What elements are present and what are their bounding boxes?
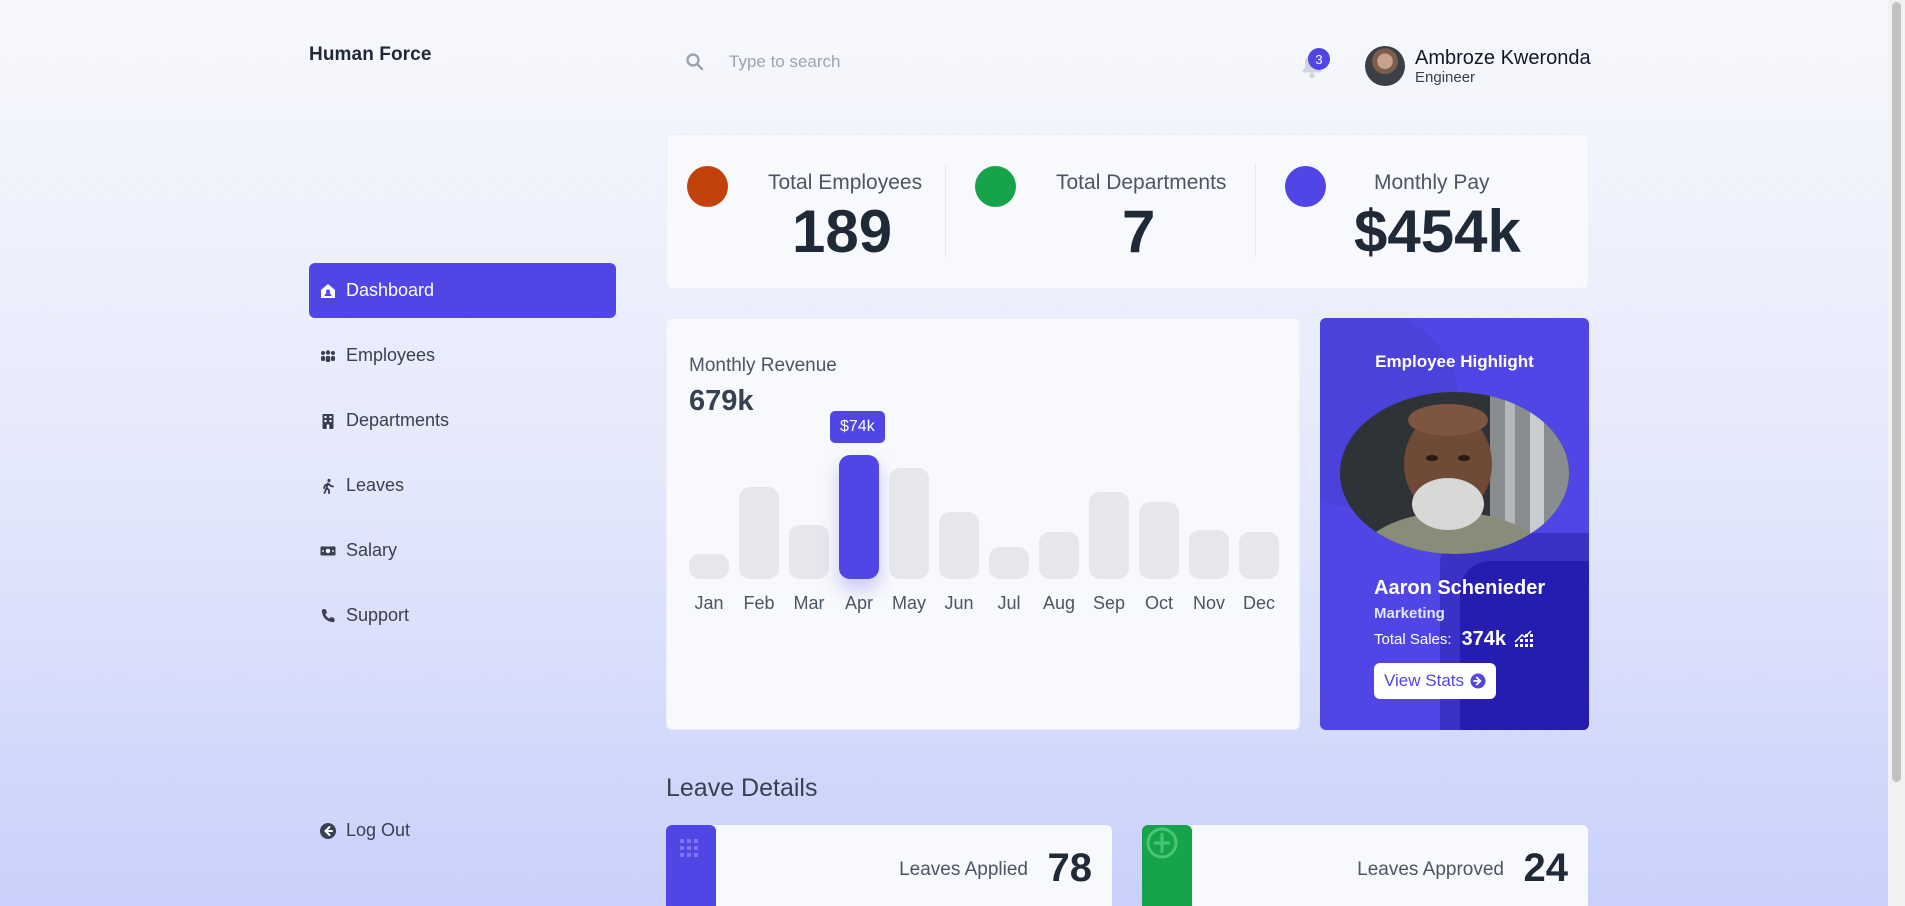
bar-may[interactable] <box>889 468 929 579</box>
button-label: View Stats <box>1384 671 1465 690</box>
bar-tooltip: $74k <box>830 411 885 443</box>
month-label: May <box>891 593 926 613</box>
users-icon <box>687 166 728 207</box>
sidebar-item-label: Support <box>346 605 410 625</box>
revenue-total: 679k <box>689 385 754 417</box>
sidebar-item-support[interactable]: Support <box>309 588 616 643</box>
bar-apr[interactable] <box>839 455 879 579</box>
logout-button[interactable]: Log Out <box>319 820 410 841</box>
bar-sep[interactable] <box>1089 492 1129 579</box>
month-label: Jun <box>944 593 974 613</box>
globe-icon <box>975 166 1016 207</box>
stat-total-employees: Total Employees 189 <box>667 135 945 290</box>
sidebar-item-dashboard[interactable]: Dashboard <box>309 263 616 318</box>
sidebar-item-label: Salary <box>346 540 398 560</box>
money-bill-icon <box>319 542 337 560</box>
month-label: Apr <box>844 593 873 613</box>
month-label: Nov <box>1192 593 1225 613</box>
logout-label: Log Out <box>346 820 411 840</box>
leave-card-applied: Leaves Applied 78 <box>666 825 1112 906</box>
revenue-title: Monthly Revenue <box>689 355 837 376</box>
month-label: Aug <box>1042 593 1076 613</box>
search-icon[interactable] <box>685 52 705 72</box>
house-user-icon <box>319 282 337 300</box>
employee-photo <box>1340 392 1569 554</box>
sidebar-item-label: Dashboard <box>346 280 435 300</box>
stat-value: $454k <box>1354 198 1521 265</box>
wallet-icon <box>1285 166 1326 207</box>
highlight-title: Employee Highlight <box>1375 352 1534 371</box>
stat-label: Monthly Pay <box>1374 171 1490 194</box>
employee-highlight-card: Employee Highlight Aaron Schenieder Mark… <box>1320 318 1589 730</box>
monthly-revenue-card: Monthly Revenue 679k Jan Feb Mar Apr $74k May… <box>666 318 1300 730</box>
leave-card-approved: Leaves Approved 24 <box>1142 825 1588 906</box>
month-label: Feb <box>743 593 775 613</box>
phone-icon <box>319 607 337 625</box>
employee-sales: Total Sales: 374k <box>1374 628 1536 651</box>
scrollbar-thumb[interactable] <box>1892 2 1901 782</box>
check-badge-icon <box>1142 825 1192 906</box>
sidebar-nav: Dashboard Employees Departments Leaves S… <box>309 263 616 653</box>
page-scrollbar[interactable] <box>1888 0 1905 906</box>
search-bar <box>685 52 1149 72</box>
revenue-bar-chart: Jan Feb Mar Apr $74k May Jun Jul Aug Sep Oct Nov Dec <box>689 411 1279 613</box>
bar-dec[interactable] <box>1239 532 1279 579</box>
month-label: Sep <box>1092 593 1126 613</box>
sales-label: Total Sales: <box>1374 631 1452 648</box>
month-label: Dec <box>1242 593 1275 613</box>
sidebar-item-label: Employees <box>346 345 436 365</box>
bar-jul[interactable] <box>989 547 1029 579</box>
bar-aug[interactable] <box>1039 532 1079 579</box>
bar-mar[interactable] <box>789 525 829 579</box>
chart-dots-icon <box>1514 629 1536 650</box>
person-walking-icon <box>319 477 337 495</box>
leave-value: 24 <box>1523 846 1569 890</box>
sidebar-item-label: Departments <box>346 410 450 430</box>
sidebar-item-employees[interactable]: Employees <box>309 328 616 383</box>
people-group-icon <box>319 347 337 365</box>
building-icon <box>319 412 337 430</box>
user-role: Engineer <box>1415 68 1476 86</box>
stats-card: Total Employees 189 Total Departments 7 … <box>666 134 1589 289</box>
stat-label: Total Employees <box>768 171 923 194</box>
leave-label: Leaves Approved <box>1357 859 1504 880</box>
bar-nov[interactable] <box>1189 530 1229 579</box>
bar-jan[interactable] <box>689 554 729 579</box>
stat-value: 7 <box>1122 198 1156 265</box>
leave-label: Leaves Applied <box>899 859 1028 880</box>
month-label: Jul <box>997 593 1021 613</box>
brand-logo: Human Force <box>309 44 432 65</box>
stat-label: Total Departments <box>1056 171 1227 194</box>
notification-badge: 3 <box>1308 48 1330 70</box>
month-label: Oct <box>1144 593 1173 613</box>
stat-value: 189 <box>792 198 893 265</box>
employee-name: Aaron Schenieder <box>1374 577 1546 599</box>
user-name: Ambroze Kweronda <box>1415 46 1591 69</box>
month-label: Mar <box>793 593 825 613</box>
bar-oct[interactable] <box>1139 502 1179 579</box>
leave-details-title: Leave Details <box>666 774 818 802</box>
search-input[interactable] <box>729 52 1149 72</box>
circle-arrow-left-icon <box>319 822 337 840</box>
bar-feb[interactable] <box>739 487 779 579</box>
sidebar-item-departments[interactable]: Departments <box>309 393 616 448</box>
stat-monthly-pay: Monthly Pay $454k <box>1256 135 1589 290</box>
sales-value: 374k <box>1461 628 1507 650</box>
calendar-icon <box>666 825 716 906</box>
stat-total-departments: Total Departments 7 <box>946 135 1255 290</box>
sidebar-item-salary[interactable]: Salary <box>309 523 616 578</box>
user-profile[interactable]: Ambroze Kweronda Engineer <box>1365 46 1591 86</box>
sidebar-item-leaves[interactable]: Leaves <box>309 458 616 513</box>
avatar[interactable] <box>1365 46 1405 86</box>
view-stats-button[interactable]: View Stats <box>1374 663 1497 699</box>
month-label: Jan <box>694 593 724 613</box>
circle-arrow-right-icon <box>1470 673 1486 689</box>
sidebar-item-label: Leaves <box>346 475 405 495</box>
bar-jun[interactable] <box>939 512 979 579</box>
leave-value: 78 <box>1047 846 1093 890</box>
employee-department: Marketing <box>1374 605 1445 622</box>
